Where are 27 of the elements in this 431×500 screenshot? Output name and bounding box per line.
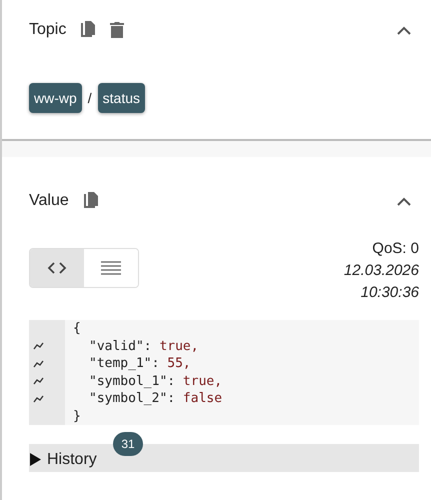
copy-icon[interactable] <box>80 21 96 39</box>
code-line: "symbol_1": true, <box>88 374 222 388</box>
code-line: "symbol_2": false <box>88 391 222 406</box>
list-icon <box>101 261 121 275</box>
chart-icon[interactable] <box>33 377 44 386</box>
code-line: { <box>72 321 81 336</box>
path-separator: / <box>88 90 92 106</box>
date-label: 12.03.2026 <box>344 261 419 281</box>
section-title: Value <box>29 192 69 210</box>
topic-chip[interactable]: status <box>98 83 146 113</box>
chart-icon[interactable] <box>33 342 44 350</box>
section-title: Topic <box>29 21 66 39</box>
chart-icon[interactable] <box>33 394 44 403</box>
view-toggle-button[interactable] <box>30 249 84 287</box>
code-icon <box>47 262 67 274</box>
trash-icon[interactable] <box>110 21 124 39</box>
count-badge: 31 <box>113 432 143 456</box>
code-line: "valid": true, <box>88 338 199 354</box>
chevron-icon[interactable] <box>397 196 411 206</box>
topic-chip[interactable]: ww-wp <box>29 83 82 113</box>
code-line: "temp_1": 55, <box>88 356 191 371</box>
time-label: 10:30:36 <box>360 283 419 303</box>
copy-icon[interactable] <box>82 192 99 210</box>
qos-label: QoS: 0 <box>372 239 419 259</box>
chevron-icon[interactable] <box>397 26 411 34</box>
code-line: } <box>72 408 81 424</box>
chart-icon[interactable] <box>33 360 44 368</box>
